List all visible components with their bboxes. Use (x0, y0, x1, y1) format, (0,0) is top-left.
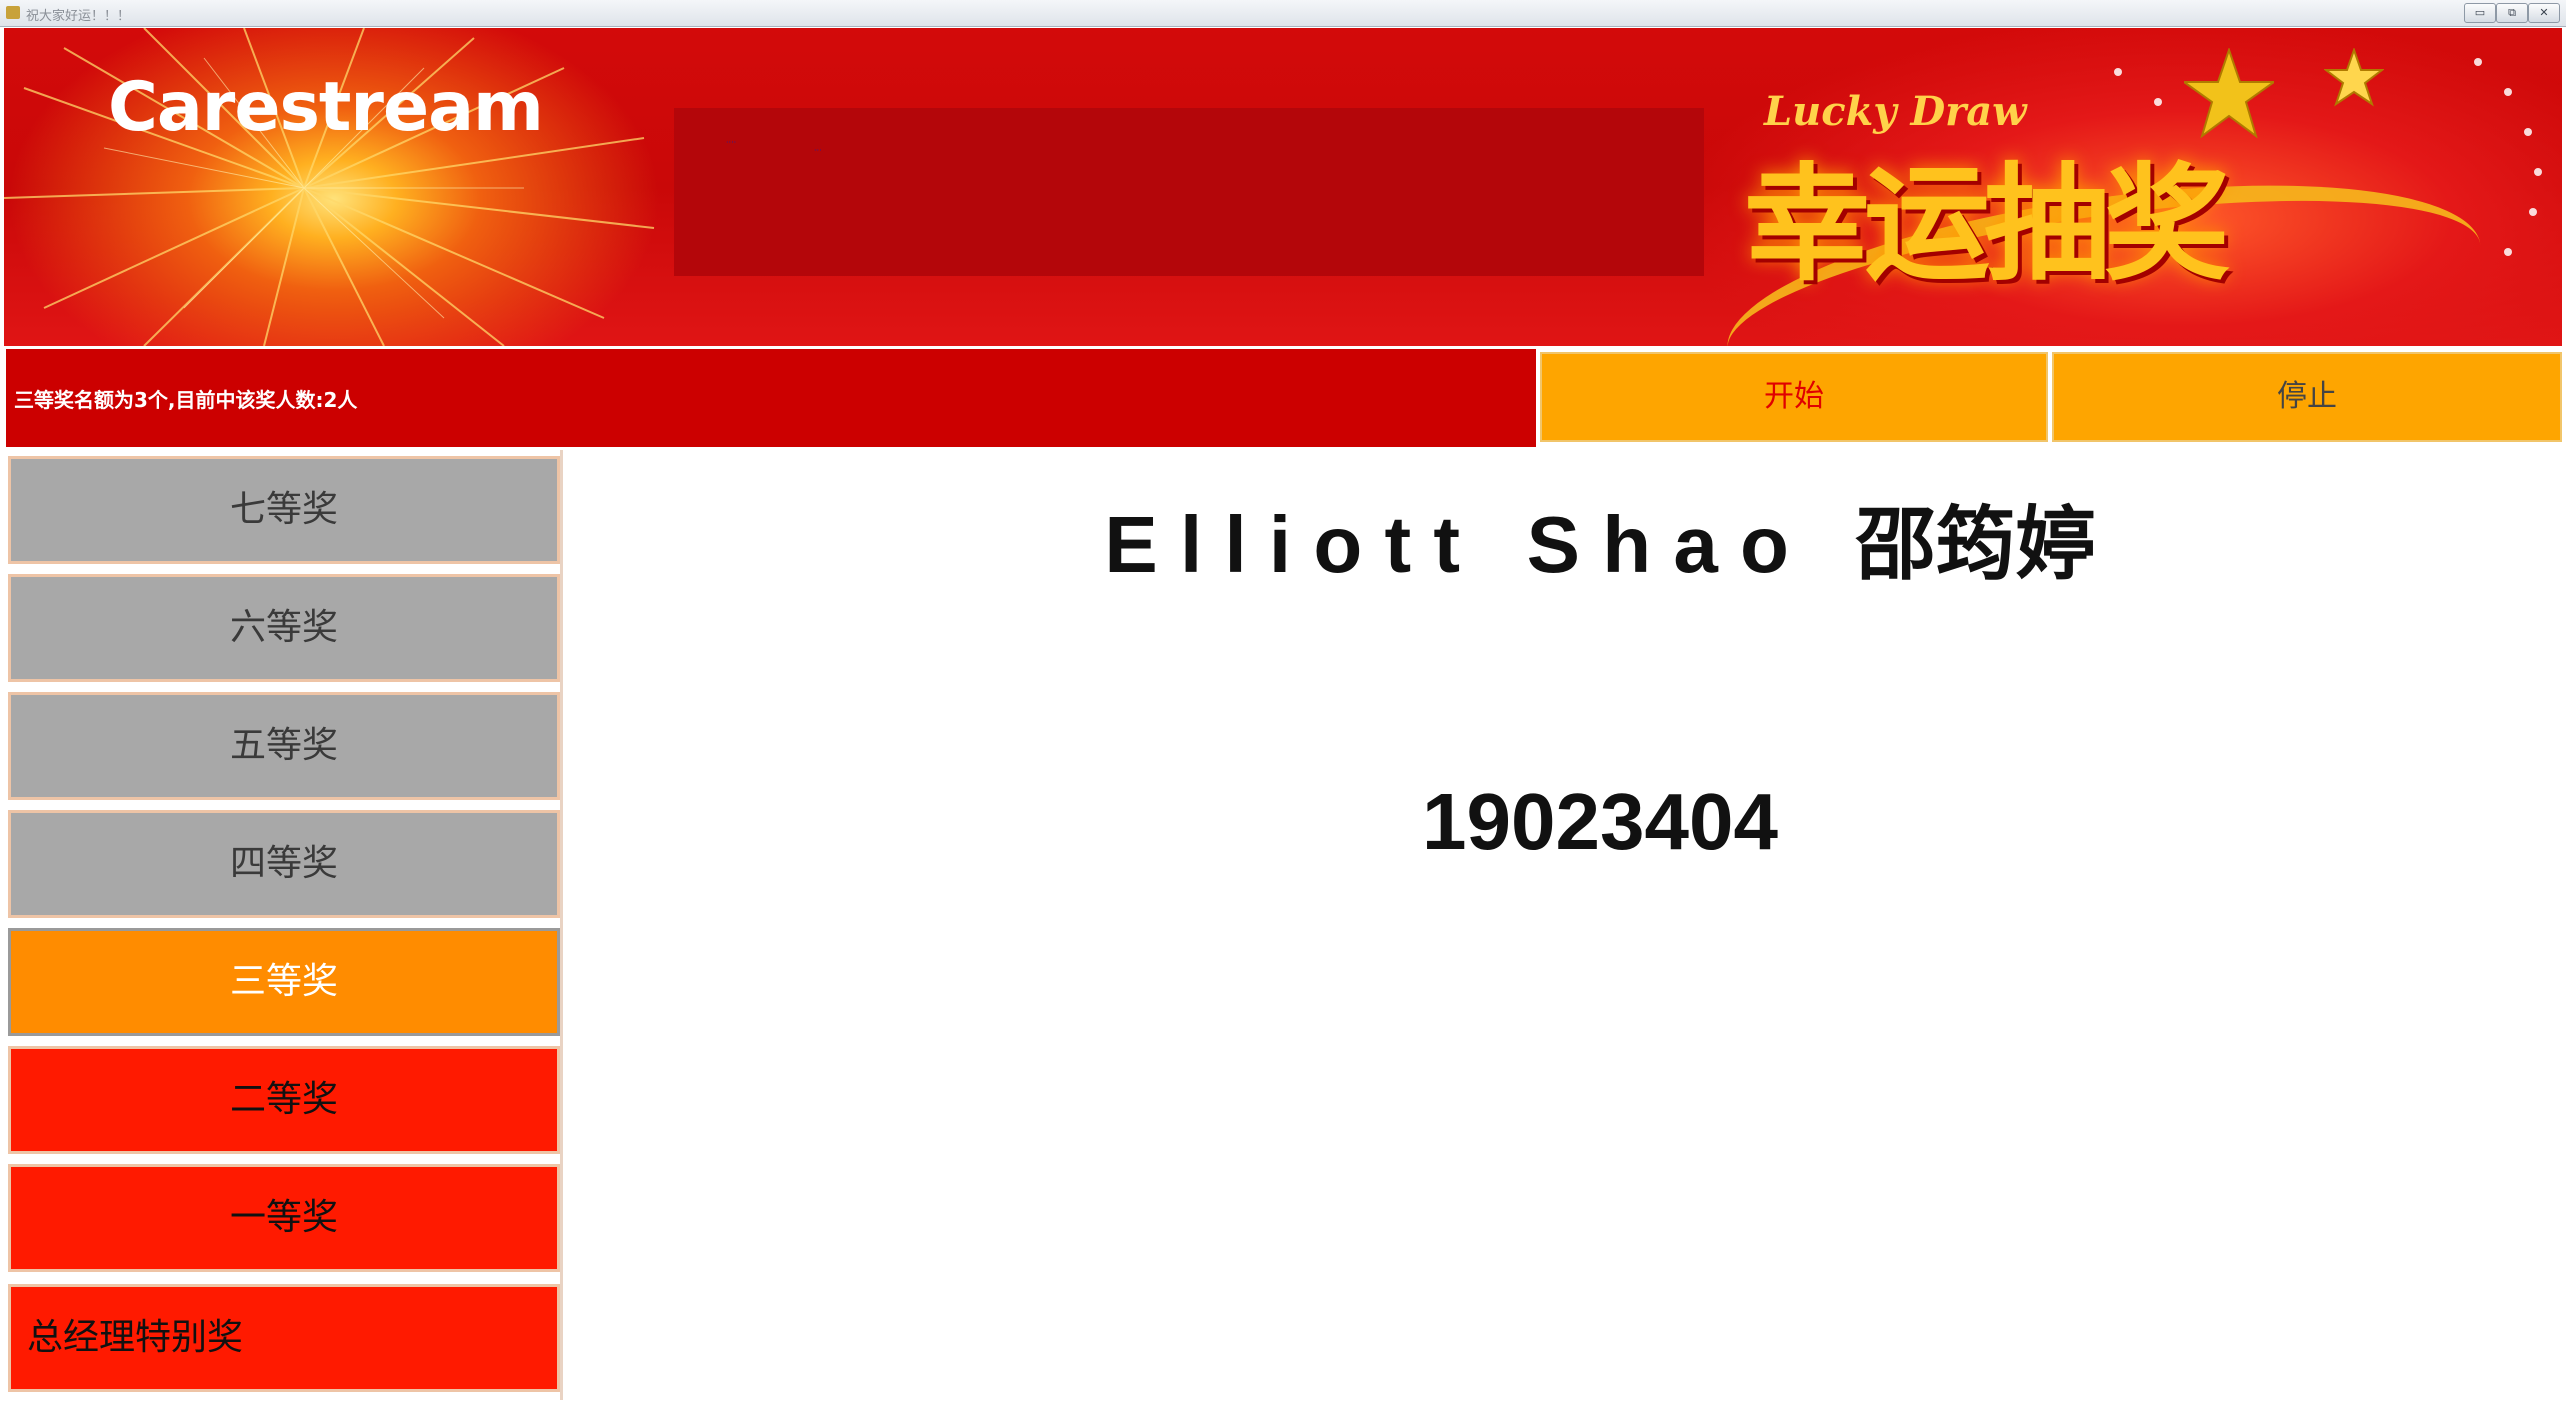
prize-button-second[interactable]: 二等奖 (8, 1046, 560, 1154)
banner-cn-title: 幸运抽奖 (1744, 151, 2230, 298)
light-dot (2529, 208, 2537, 216)
prize-button-seventh[interactable]: 七等奖 (8, 456, 560, 564)
light-dot (2504, 88, 2512, 96)
minimize-icon: ▭ (2474, 6, 2486, 19)
window-title: 祝大家好运！！！ (26, 9, 131, 24)
prize-button-fifth[interactable]: 五等奖 (8, 692, 560, 800)
light-dot (2504, 248, 2512, 256)
restore-icon: ⧉ (2508, 6, 2516, 19)
banner-small-mark-2: ··· (814, 146, 822, 155)
prize-button-first[interactable]: 一等奖 (8, 1164, 560, 1272)
stop-button[interactable]: 停止 (2052, 352, 2562, 442)
prize-button-third[interactable]: 三等奖 (8, 928, 560, 1036)
status-text: 三等奖名额为3个,目前中该奖人数:2人 (14, 388, 358, 412)
prize-button-gm-special[interactable]: 总经理特别奖 (8, 1284, 560, 1392)
app-icon (6, 6, 20, 19)
winner-id: 19023404 (1422, 777, 1778, 866)
light-dot (2474, 58, 2482, 66)
light-dot (2534, 168, 2542, 176)
minimize-button[interactable]: ▭ (2464, 3, 2496, 23)
close-button[interactable]: ✕ (2528, 3, 2560, 23)
banner-small-mark-1: ···· (726, 138, 737, 147)
light-dot (2114, 68, 2122, 76)
sidebar-divider (560, 450, 563, 1400)
light-dot (2524, 128, 2532, 136)
header-banner: ···· ··· Carestream Lucky Draw 幸运抽奖 (4, 28, 2562, 346)
restore-button[interactable]: ⧉ (2496, 3, 2528, 23)
banner-center-panel (674, 108, 1704, 276)
star-icon (2324, 48, 2384, 107)
carestream-logo: Carestream (108, 68, 544, 147)
window-title-bar: 祝大家好运！！！ ▭ ⧉ ✕ (0, 0, 2566, 27)
prize-button-fourth[interactable]: 四等奖 (8, 810, 560, 918)
winner-name: E l l i o t t S h a o 邵筠婷 (1104, 500, 2096, 589)
light-dot (2154, 98, 2162, 106)
close-icon: ✕ (2539, 6, 2549, 19)
status-bar: 三等奖名额为3个,目前中该奖人数:2人 (6, 349, 1536, 447)
prize-button-sixth[interactable]: 六等奖 (8, 574, 560, 682)
start-button[interactable]: 开始 (1540, 352, 2048, 442)
